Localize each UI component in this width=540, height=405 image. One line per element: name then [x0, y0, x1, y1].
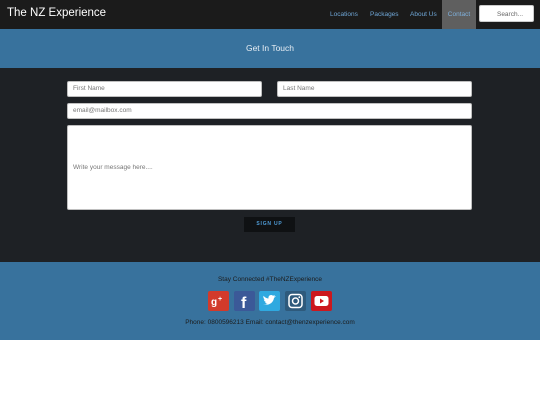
nav-locations[interactable]: Locations	[326, 0, 362, 29]
nav-contact[interactable]: Contact	[442, 0, 476, 29]
svg-text:f: f	[241, 295, 247, 311]
instagram-icon[interactable]	[285, 291, 306, 311]
email-field[interactable]: email@mailbox.com	[67, 103, 472, 119]
search-input[interactable]: Search...	[479, 5, 534, 22]
get-in-touch-band: Get In Touch	[0, 29, 540, 68]
nav-packages[interactable]: Packages	[366, 0, 403, 29]
svg-text:g: g	[211, 297, 217, 308]
footer: Stay Connected #TheNZExperience g + f Ph…	[0, 262, 540, 340]
first-name-field[interactable]: First Name	[67, 81, 262, 97]
brand-logo[interactable]: The NZ Experience	[7, 7, 106, 19]
sign-up-button[interactable]: SIGN UP	[244, 217, 295, 232]
facebook-icon[interactable]: f	[234, 291, 255, 311]
svg-text:+: +	[218, 296, 222, 303]
stay-connected-text: Stay Connected #TheNZExperience	[217, 276, 323, 283]
contact-form: First Name Last Name email@mailbox.com W…	[0, 68, 540, 262]
message-field[interactable]: Write your message here....	[67, 125, 472, 210]
contact-info: Phone: 0800596213 Email: contact@thenzex…	[185, 319, 355, 326]
nav-about-us[interactable]: About Us	[406, 0, 441, 29]
google-plus-icon[interactable]: g +	[208, 291, 229, 311]
page-title: Get In Touch	[245, 43, 295, 53]
last-name-field[interactable]: Last Name	[277, 81, 472, 97]
navbar: The NZ Experience Locations Packages Abo…	[0, 0, 540, 29]
youtube-icon[interactable]	[311, 291, 332, 311]
twitter-icon[interactable]	[259, 291, 280, 311]
